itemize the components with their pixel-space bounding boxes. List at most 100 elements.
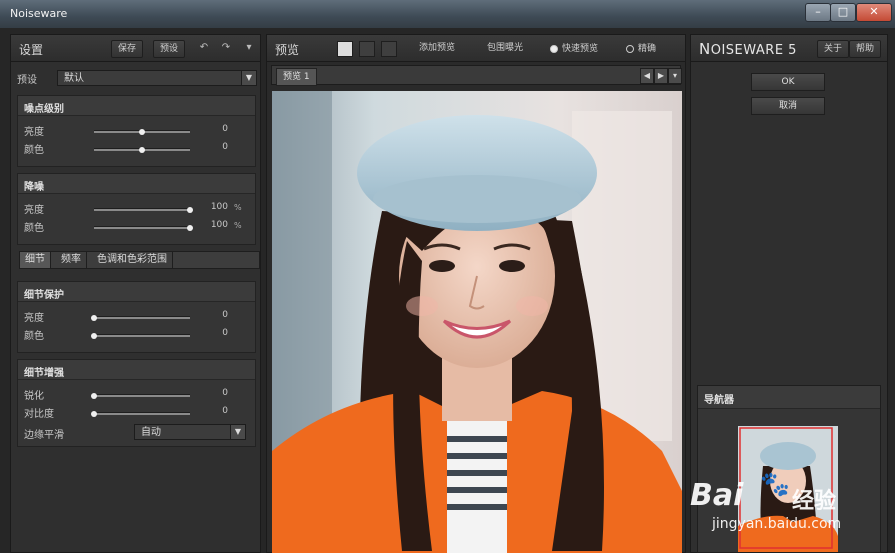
preset-select[interactable]: 默认 ▼ — [57, 70, 257, 86]
preview-tabbar: 预览 1 ◀ ▶ ▾ — [271, 65, 682, 86]
contrast-row: 对比度 0 — [18, 404, 255, 420]
slider-handle[interactable] — [139, 147, 145, 153]
slider-value: 0 — [222, 142, 228, 152]
edge-smooth-value: 自动 — [141, 427, 161, 438]
settings-panel: 设置 保存 预设 ↶ ↷ ▾ 预设 默认 ▼ 噪点级别 亮度 0 颜色 0 降噪 — [10, 34, 261, 553]
brand-logo: NOISEWARE 5 — [699, 40, 797, 58]
edge-smooth-label: 边缘平滑 — [24, 430, 64, 441]
maximize-button[interactable]: □ — [830, 3, 856, 22]
split-vertical-icon[interactable] — [381, 41, 397, 57]
title-bar: Noiseware – □ ✕ — [0, 0, 895, 28]
slider-track[interactable] — [94, 207, 193, 213]
slider-track[interactable] — [91, 411, 190, 417]
tab-frequency[interactable]: 频率 — [56, 252, 87, 268]
noise-level-header: 噪点级别 — [18, 96, 255, 116]
chevron-down-icon[interactable]: ▼ — [241, 71, 256, 85]
preset-button[interactable]: 预设 — [153, 40, 186, 58]
slider-track[interactable] — [94, 225, 193, 231]
protect-luminance-row: 亮度 0 — [18, 308, 255, 324]
window-title: Noiseware — [10, 7, 68, 20]
slider-handle[interactable] — [187, 207, 193, 213]
sharpen-row: 锐化 0 — [18, 386, 255, 402]
cancel-button[interactable]: 取消 — [751, 97, 825, 115]
denoise-section: 降噪 亮度 100% 颜色 100% — [17, 173, 256, 245]
precise-radio[interactable] — [626, 45, 634, 53]
slider-value: 0 — [222, 388, 228, 398]
slider-handle[interactable] — [91, 333, 97, 339]
slider-label: 对比度 — [24, 409, 54, 420]
slider-track[interactable] — [91, 315, 190, 321]
slider-value: 0 — [222, 124, 228, 134]
settings-title: 设置 — [19, 43, 44, 57]
portrait-photo — [272, 91, 682, 553]
app-window: Noiseware – □ ✕ 设置 保存 预设 ↶ ↷ ▾ 预设 默认 ▼ 噪… — [0, 0, 895, 553]
denoise-header: 降噪 — [18, 174, 255, 194]
slider-unit: % — [234, 221, 242, 230]
preview-header: 预览 添加预览 包围曝光 快速预览 精确 — [267, 35, 685, 62]
minimize-button[interactable]: – — [805, 3, 831, 22]
slider-label: 亮度 — [24, 205, 44, 216]
tab-tone-color-range[interactable]: 色调和色彩范围 — [92, 252, 173, 268]
edge-smooth-select[interactable]: 自动 ▼ — [134, 424, 246, 440]
navigator-title: 导航器 — [704, 395, 734, 406]
close-button[interactable]: ✕ — [856, 3, 892, 22]
detail-enhance-title: 细节增强 — [24, 368, 64, 379]
slider-handle[interactable] — [91, 315, 97, 321]
slider-track[interactable] — [91, 393, 190, 399]
fast-preview-radio[interactable] — [550, 45, 558, 53]
split-horizontal-icon[interactable] — [359, 41, 375, 57]
fast-preview-label: 快速预览 — [562, 44, 599, 54]
noise-level-section: 噪点级别 亮度 0 颜色 0 — [17, 95, 256, 167]
slider-handle[interactable] — [139, 129, 145, 135]
slider-label: 亮度 — [24, 313, 44, 324]
slider-value: 0 — [222, 310, 228, 320]
undo-icon[interactable]: ↶ — [196, 40, 212, 56]
slider-unit: % — [234, 203, 242, 212]
slider-track[interactable] — [91, 333, 190, 339]
preset-row: 预设 默认 ▼ — [11, 69, 260, 87]
slider-value: 0 — [222, 406, 228, 416]
redo-icon[interactable]: ↷ — [218, 40, 234, 56]
precise-label: 精确 — [638, 44, 657, 54]
denoise-luminance-row: 亮度 100% — [18, 200, 255, 216]
brand-header: NOISEWARE 5 关于 帮助 — [691, 35, 887, 62]
chevron-down-icon[interactable]: ▾ — [668, 68, 682, 84]
denoise-title: 降噪 — [24, 182, 44, 193]
slider-label: 颜色 — [24, 223, 44, 234]
preview-panel: 预览 添加预览 包围曝光 快速预览 精确 预览 1 ◀ ▶ ▾ — [266, 34, 686, 553]
ok-button[interactable]: OK — [751, 73, 825, 91]
slider-value: 100 — [210, 220, 228, 230]
detail-enhance-section: 细节增强 锐化 0 对比度 0 边缘平滑 自动 ▼ — [17, 359, 256, 447]
add-preview-button[interactable]: 添加预览 — [413, 40, 461, 56]
slider-handle[interactable] — [91, 411, 97, 417]
detail-protect-header: 细节保护 — [18, 282, 255, 302]
slider-track[interactable] — [94, 129, 190, 135]
preview-image[interactable] — [272, 91, 682, 553]
denoise-color-row: 颜色 100% — [18, 218, 255, 234]
detail-protect-title: 细节保护 — [24, 290, 64, 301]
tab-detail[interactable]: 细节 — [20, 252, 51, 268]
prev-arrow-icon[interactable]: ◀ — [640, 68, 654, 84]
save-button[interactable]: 保存 — [111, 40, 144, 58]
preset-select-value: 默认 — [64, 73, 84, 84]
detail-enhance-header: 细节增强 — [18, 360, 255, 380]
slider-label: 锐化 — [24, 391, 44, 402]
detail-tabs: 细节 频率 色调和色彩范围 — [19, 251, 260, 269]
slider-handle[interactable] — [187, 225, 193, 231]
slider-label: 亮度 — [24, 127, 44, 138]
clip-exposure-button[interactable]: 包围曝光 — [481, 40, 529, 56]
chevron-down-icon[interactable]: ▼ — [230, 425, 245, 439]
slider-value: 100 — [210, 202, 228, 212]
about-button[interactable]: 关于 — [817, 40, 850, 58]
next-arrow-icon[interactable]: ▶ — [654, 68, 668, 84]
menu-chevron-down-icon[interactable]: ▾ — [241, 40, 257, 56]
slider-handle[interactable] — [91, 393, 97, 399]
paw-icon: 🐾 — [760, 470, 790, 498]
noise-luminance-row: 亮度 0 — [18, 122, 255, 138]
slider-label: 颜色 — [24, 331, 44, 342]
help-button[interactable]: 帮助 — [849, 40, 882, 58]
single-view-icon[interactable] — [337, 41, 353, 57]
tab-preview-1[interactable]: 预览 1 — [276, 68, 317, 86]
noise-color-row: 颜色 0 — [18, 140, 255, 156]
slider-track[interactable] — [94, 147, 190, 153]
